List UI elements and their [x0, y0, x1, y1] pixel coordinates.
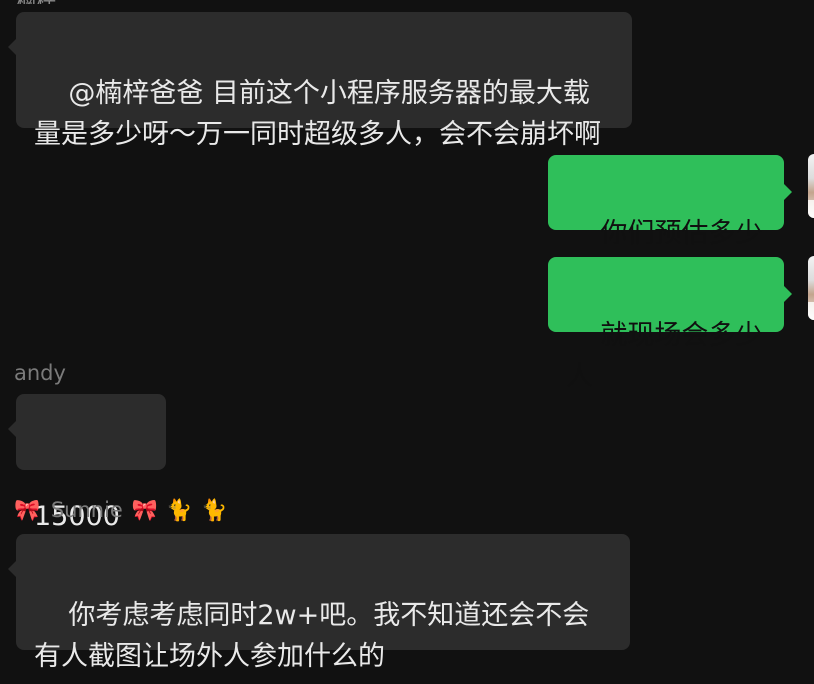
message-text: @楠梓爸爸 目前这个小程序服务器的最大载量是多少呀～万一同时超级多人，会不会崩坏…: [34, 78, 601, 150]
ribbon-icon: 🎀: [131, 498, 158, 522]
message-bubble-incoming-1[interactable]: @楠梓爸爸 目前这个小程序服务器的最大载量是多少呀～万一同时超级多人，会不会崩坏…: [8, 12, 632, 150]
message-text: 你考虑考虑同时2w+吧。我不知道还会不会有人截图让场外人参加什么的: [34, 600, 590, 672]
chat-window: 楠梓 @楠梓爸爸 目前这个小程序服务器的最大载量是多少呀～万一同时超级多人，会不…: [0, 0, 814, 684]
clipped-sender-text: 楠梓: [16, 0, 56, 4]
sender-name-andy: andy: [14, 360, 66, 386]
message-bubble-incoming-2[interactable]: 15000人: [8, 394, 166, 573]
sender-name-text: andy: [14, 361, 66, 385]
message-bubble-outgoing-2[interactable]: 就现场会多少人: [548, 257, 792, 392]
sender-name-sunnie: 🎀 Sunnie 🎀 🐈 🐈: [14, 496, 229, 523]
message-text: 就现场会多少人: [566, 320, 763, 392]
self-avatar[interactable]: [808, 256, 814, 320]
cat-icon: 🐈: [201, 498, 228, 522]
sender-name-text: Sunnie: [50, 498, 123, 522]
clipped-sender-name: 楠梓: [16, 0, 256, 4]
cat-icon: 🐈: [166, 498, 193, 522]
message-bubble-incoming-3[interactable]: 你考虑考虑同时2w+吧。我不知道还会不会有人截图让场外人参加什么的: [8, 534, 630, 672]
ribbon-icon: 🎀: [14, 498, 41, 522]
self-avatar[interactable]: [808, 154, 814, 218]
message-bubble-outgoing-1[interactable]: 你们预估多少啊: [548, 155, 792, 290]
